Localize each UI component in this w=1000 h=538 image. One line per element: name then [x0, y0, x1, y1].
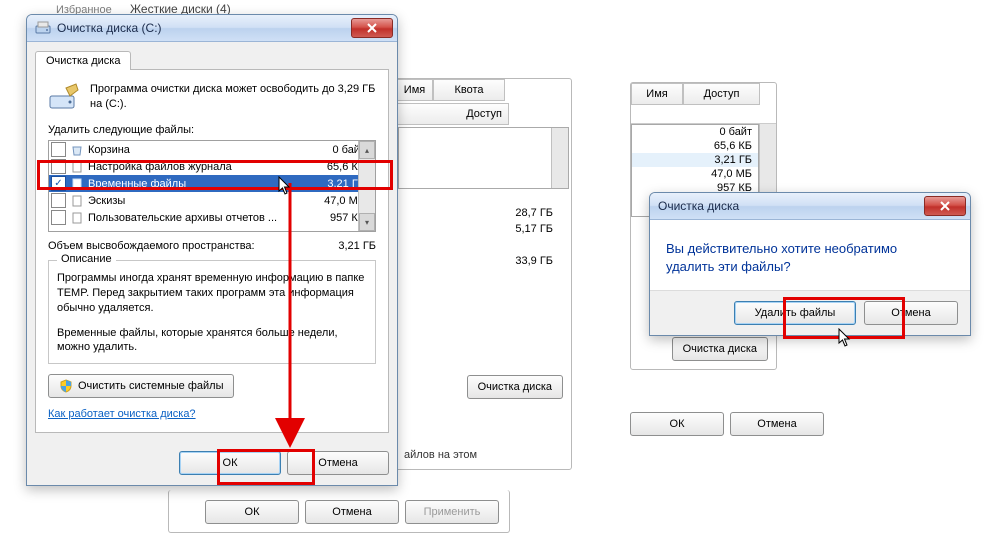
checkbox[interactable] [51, 210, 66, 225]
checkbox[interactable]: ✓ [51, 176, 66, 191]
bg2-v339: 33,9 ГБ [396, 237, 571, 285]
bg-bottom-ok[interactable]: ОК [205, 500, 299, 524]
bg2-col-name: Имя [396, 79, 433, 101]
cursor-icon [838, 328, 852, 348]
tab-cleanup[interactable]: Очистка диска [35, 51, 131, 70]
description-title: Описание [57, 253, 116, 265]
bg3-col-access: Доступ [683, 83, 760, 105]
main-panel: Программа очистки диска может освободить… [35, 69, 389, 433]
description-group: Описание Программы иногда хранят временн… [48, 260, 376, 364]
confirm-cancel-button[interactable]: Отмена [864, 301, 958, 325]
bg-bottom-apply[interactable]: Применить [405, 500, 499, 524]
file-icon [70, 160, 84, 174]
bg3-val: 0 байт [632, 125, 758, 139]
shield-icon [59, 379, 73, 393]
confirm-dialog: Очистка диска Вы действительно хотите не… [649, 192, 971, 336]
file-name: Настройка файлов журнала [88, 161, 301, 173]
file-name: Временные файлы [88, 178, 301, 190]
delete-files-button[interactable]: Удалить файлы [734, 301, 856, 325]
cancel-button[interactable]: Отмена [287, 451, 389, 475]
confirm-buttons: Удалить файлы Отмена [650, 290, 970, 335]
bg3-buttons: ОК Отмена [630, 412, 824, 436]
close-button[interactable] [351, 18, 393, 38]
scroll-down[interactable]: ▾ [359, 213, 375, 231]
drive-brush-icon [48, 82, 80, 114]
file-icon [70, 194, 84, 208]
bg3-val: 47,0 МБ [632, 167, 758, 181]
bg-bottom-cancel[interactable]: Отмена [305, 500, 399, 524]
bg3-col-name: Имя [631, 83, 683, 105]
bg2-cleanup-button[interactable]: Очистка диска [467, 375, 563, 399]
file-row-recycle[interactable]: Корзина 0 байт [49, 141, 375, 158]
description-p2: Временные файлы, которые хранятся больше… [57, 326, 367, 356]
file-icon [70, 211, 84, 225]
file-name: Корзина [88, 144, 301, 156]
bg3-cleanup-button[interactable]: Очистка диска [672, 337, 768, 361]
file-list[interactable]: Корзина 0 байт Настройка файлов журнала … [48, 140, 376, 232]
bg3-cancel[interactable]: Отмена [730, 412, 824, 436]
bg-bottom-bar: ОК Отмена Применить [168, 490, 510, 533]
disk-cleanup-icon [35, 20, 51, 36]
bg2-col-quota: Квота [433, 79, 505, 101]
bg3-ok[interactable]: ОК [630, 412, 724, 436]
titlebar[interactable]: Очистка диска (C:) [27, 15, 397, 42]
confirm-titlebar[interactable]: Очистка диска [650, 193, 970, 220]
window-title: Очистка диска (C:) [57, 21, 351, 35]
confirm-message: Вы действительно хотите необратимо удали… [666, 240, 954, 276]
confirm-close-button[interactable] [924, 196, 966, 216]
list-scrollbar[interactable]: ▴ ▾ [358, 141, 375, 231]
freed-label: Объем высвобождаемого пространства: [48, 240, 306, 252]
bg2-col-access: Доступ [396, 103, 509, 125]
file-row-log[interactable]: Настройка файлов журнала 65,6 КБ [49, 158, 375, 175]
help-link[interactable]: Как работает очистка диска? [48, 408, 196, 420]
checkbox[interactable] [51, 142, 66, 157]
file-row-thumbs[interactable]: Эскизы 47,0 МБ [49, 192, 375, 209]
bg2-v287: 28,7 ГБ [396, 189, 571, 221]
confirm-msg-l1: Вы действительно хотите необратимо [666, 241, 897, 256]
disk-cleanup-window: Очистка диска (C:) Очистка диска Програм… [26, 14, 398, 486]
bg3-val: 3,21 ГБ [632, 153, 758, 167]
bg3-val: 65,6 КБ [632, 139, 758, 153]
freed-value: 3,21 ГБ [306, 240, 376, 252]
file-name: Пользовательские архивы отчетов ... [88, 212, 301, 224]
clean-system-files-label: Очистить системные файлы [78, 380, 223, 392]
dialog-buttons: ОК Отмена [27, 441, 397, 485]
info-text: Программа очистки диска может освободить… [90, 82, 376, 114]
delete-label: Удалить следующие файлы: [48, 124, 376, 136]
confirm-msg-l2: удалить эти файлы? [666, 259, 791, 274]
checkbox[interactable] [51, 159, 66, 174]
bg2-scrollbar[interactable] [551, 128, 568, 188]
file-row-temp[interactable]: ✓ Временные файлы 3,21 ГБ [49, 175, 375, 192]
recycle-bin-icon [70, 143, 84, 157]
scroll-up[interactable]: ▴ [359, 141, 375, 159]
description-p1: Программы иногда хранят временную информ… [57, 271, 367, 316]
bg2-files-frag: айлов на этом [404, 449, 477, 461]
cursor-icon [278, 176, 292, 196]
file-name: Эскизы [88, 195, 301, 207]
bg-window-2: Имя Квота Доступ 28,7 ГБ 5,17 ГБ 33,9 ГБ… [395, 78, 572, 470]
file-row-reports[interactable]: Пользовательские архивы отчетов ... 957 … [49, 209, 375, 226]
confirm-title: Очистка диска [658, 199, 924, 213]
clean-system-files-button[interactable]: Очистить системные файлы [48, 374, 234, 398]
checkbox[interactable] [51, 193, 66, 208]
ok-button[interactable]: ОК [179, 451, 281, 475]
file-icon [70, 177, 84, 191]
bg2-v517: 5,17 ГБ [396, 221, 571, 237]
